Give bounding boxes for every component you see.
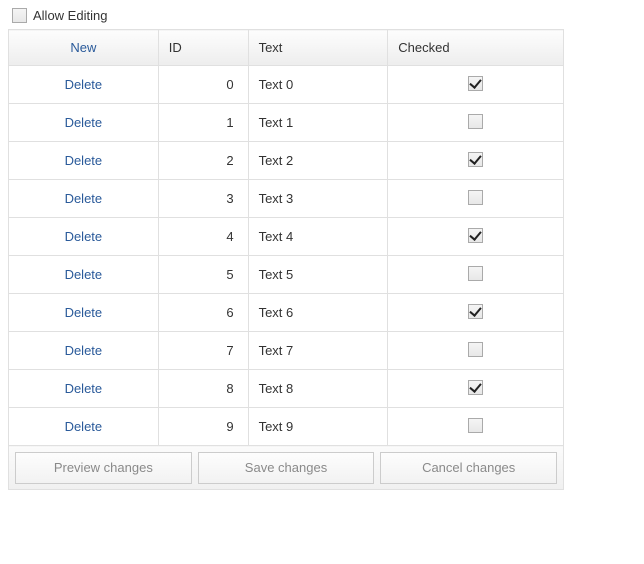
row-checkbox[interactable] (468, 190, 483, 205)
row-checkbox[interactable] (468, 342, 483, 357)
cell-action: Delete (9, 218, 159, 256)
cancel-changes-button[interactable]: Cancel changes (380, 452, 557, 484)
data-grid: New ID Text Checked Delete 0Text 0 Delete 1… (8, 29, 564, 490)
row-checkbox[interactable] (468, 228, 483, 243)
cell-action: Delete (9, 256, 159, 294)
cell-id: 0 (158, 66, 248, 104)
cell-checked (388, 142, 564, 180)
cell-checked (388, 332, 564, 370)
cell-id: 3 (158, 180, 248, 218)
table-row: Delete 5Text 5 (9, 256, 564, 294)
delete-link[interactable]: Delete (65, 115, 103, 130)
cell-id: 8 (158, 370, 248, 408)
cell-action: Delete (9, 294, 159, 332)
table-row: Delete 0Text 0 (9, 66, 564, 104)
cell-action: Delete (9, 408, 159, 446)
allow-editing-row: Allow Editing (8, 8, 636, 23)
cell-text: Text 7 (248, 332, 388, 370)
row-checkbox[interactable] (468, 76, 483, 91)
cell-id: 2 (158, 142, 248, 180)
cell-checked (388, 370, 564, 408)
cell-action: Delete (9, 180, 159, 218)
table-row: Delete 3Text 3 (9, 180, 564, 218)
preview-changes-button[interactable]: Preview changes (15, 452, 192, 484)
row-checkbox[interactable] (468, 304, 483, 319)
cell-action: Delete (9, 142, 159, 180)
cell-id: 7 (158, 332, 248, 370)
cell-text: Text 1 (248, 104, 388, 142)
header-new: New (9, 30, 159, 66)
header-text: Text (248, 30, 388, 66)
row-checkbox[interactable] (468, 114, 483, 129)
table-row: Delete 2Text 2 (9, 142, 564, 180)
header-row: New ID Text Checked (9, 30, 564, 66)
delete-link[interactable]: Delete (65, 305, 103, 320)
cell-checked (388, 218, 564, 256)
cell-text: Text 4 (248, 218, 388, 256)
table-row: Delete 9Text 9 (9, 408, 564, 446)
delete-link[interactable]: Delete (65, 77, 103, 92)
cell-action: Delete (9, 332, 159, 370)
cell-id: 9 (158, 408, 248, 446)
header-id: ID (158, 30, 248, 66)
cell-action: Delete (9, 66, 159, 104)
cell-checked (388, 256, 564, 294)
cell-checked (388, 180, 564, 218)
cell-text: Text 8 (248, 370, 388, 408)
cell-checked (388, 408, 564, 446)
row-checkbox[interactable] (468, 418, 483, 433)
row-checkbox[interactable] (468, 380, 483, 395)
cell-id: 5 (158, 256, 248, 294)
cell-checked (388, 66, 564, 104)
cell-action: Delete (9, 104, 159, 142)
allow-editing-checkbox[interactable] (12, 8, 27, 23)
delete-link[interactable]: Delete (65, 419, 103, 434)
delete-link[interactable]: Delete (65, 229, 103, 244)
row-checkbox[interactable] (468, 152, 483, 167)
table-row: Delete 7Text 7 (9, 332, 564, 370)
allow-editing-label: Allow Editing (33, 8, 107, 23)
cell-text: Text 5 (248, 256, 388, 294)
save-changes-button[interactable]: Save changes (198, 452, 375, 484)
cell-checked (388, 104, 564, 142)
cell-text: Text 9 (248, 408, 388, 446)
table-row: Delete 1Text 1 (9, 104, 564, 142)
cell-id: 6 (158, 294, 248, 332)
cell-text: Text 6 (248, 294, 388, 332)
cell-checked (388, 294, 564, 332)
delete-link[interactable]: Delete (65, 191, 103, 206)
delete-link[interactable]: Delete (65, 153, 103, 168)
delete-link[interactable]: Delete (65, 381, 103, 396)
cell-text: Text 0 (248, 66, 388, 104)
delete-link[interactable]: Delete (65, 343, 103, 358)
cell-text: Text 3 (248, 180, 388, 218)
new-link[interactable]: New (70, 40, 96, 55)
delete-link[interactable]: Delete (65, 267, 103, 282)
header-checked: Checked (388, 30, 564, 66)
cell-action: Delete (9, 370, 159, 408)
cell-id: 1 (158, 104, 248, 142)
table-row: Delete 8Text 8 (9, 370, 564, 408)
table-row: Delete 6Text 6 (9, 294, 564, 332)
cell-id: 4 (158, 218, 248, 256)
footer-row: Preview changes Save changes Cancel chan… (9, 446, 564, 490)
row-checkbox[interactable] (468, 266, 483, 281)
table-row: Delete 4Text 4 (9, 218, 564, 256)
cell-text: Text 2 (248, 142, 388, 180)
